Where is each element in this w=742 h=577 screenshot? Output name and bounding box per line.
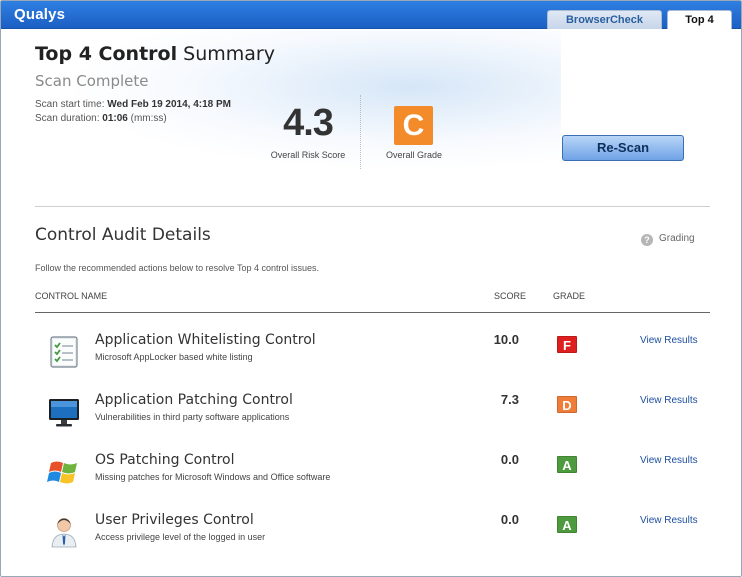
view-results-link[interactable]: View Results xyxy=(640,455,698,466)
help-icon: ? xyxy=(641,234,653,246)
grade-badge: A xyxy=(557,516,577,533)
control-title: User Privileges Control xyxy=(95,512,254,528)
grading-link[interactable]: ? Grading xyxy=(641,233,695,246)
scan-status: Scan Complete xyxy=(35,72,149,90)
audit-description: Follow the recommended actions below to … xyxy=(35,263,319,273)
table-row: OS Patching Control Missing patches for … xyxy=(35,452,710,508)
table-row: User Privileges Control Access privilege… xyxy=(35,512,710,568)
page-title: Top 4 Control Summary xyxy=(35,43,275,65)
overall-risk-score: 4.3 xyxy=(283,102,334,144)
overall-grade-label: Overall Grade xyxy=(385,150,443,160)
grade-badge: A xyxy=(557,456,577,473)
tab-top4[interactable]: Top 4 xyxy=(667,10,732,29)
rescan-button[interactable]: Re-Scan xyxy=(562,135,684,161)
table-row: Application Patching Control Vulnerabili… xyxy=(35,392,710,448)
title-bar: Qualys BrowserCheck Top 4 xyxy=(1,1,741,29)
control-title: Application Patching Control xyxy=(95,392,293,408)
table-row: Application Whitelisting Control Microso… xyxy=(35,332,710,388)
window-frame: Qualys BrowserCheck Top 4 Top 4 Control … xyxy=(0,0,742,577)
brand-logo: Qualys xyxy=(14,6,66,23)
scan-start-time: Scan start time: Wed Feb 19 2014, 4:18 P… xyxy=(35,99,231,110)
view-results-link[interactable]: View Results xyxy=(640,335,698,346)
monitor-icon xyxy=(47,395,81,429)
user-icon xyxy=(47,515,81,549)
control-title: OS Patching Control xyxy=(95,452,235,468)
control-subtitle: Microsoft AppLocker based white listing xyxy=(95,352,253,362)
checklist-icon xyxy=(47,335,81,369)
page-title-rest: Summary xyxy=(177,43,275,65)
grade-badge: D xyxy=(557,396,577,413)
scan-duration-label: Scan duration: xyxy=(35,113,103,124)
control-score: 0.0 xyxy=(500,512,519,527)
control-score: 10.0 xyxy=(493,332,519,347)
page-title-bold: Top 4 Control xyxy=(35,43,178,65)
grade-badge: F xyxy=(557,336,577,353)
view-results-link[interactable]: View Results xyxy=(640,395,698,406)
scan-duration: Scan duration: 01:06 (mm:ss) xyxy=(35,113,167,124)
control-subtitle: Vulnerabilities in third party software … xyxy=(95,412,290,422)
column-header-score: SCORE xyxy=(494,291,527,301)
control-title: Application Whitelisting Control xyxy=(95,332,316,348)
view-results-link[interactable]: View Results xyxy=(640,515,698,526)
control-subtitle: Access privilege level of the logged in … xyxy=(95,532,266,542)
section-divider xyxy=(35,206,710,207)
overall-grade-badge: C xyxy=(394,106,433,145)
scan-duration-unit: (mm:ss) xyxy=(127,113,167,124)
column-header-name: CONTROL NAME xyxy=(35,291,108,301)
grading-label: Grading xyxy=(659,233,695,244)
scan-start-value: Wed Feb 19 2014, 4:18 PM xyxy=(107,99,232,110)
audit-section-title: Control Audit Details xyxy=(35,225,211,245)
control-subtitle: Missing patches for Microsoft Windows an… xyxy=(95,472,331,482)
overall-risk-score-label: Overall Risk Score xyxy=(270,150,346,160)
scan-start-label: Scan start time: xyxy=(35,99,108,110)
scan-duration-value: 01:06 xyxy=(102,113,128,124)
summary-divider xyxy=(360,95,361,169)
tab-browsercheck[interactable]: BrowserCheck xyxy=(547,10,662,29)
control-score: 7.3 xyxy=(500,392,519,407)
control-score: 0.0 xyxy=(500,452,519,467)
table-header-divider xyxy=(35,312,710,313)
windows-logo-icon xyxy=(47,455,81,489)
column-header-grade: GRADE xyxy=(553,291,586,301)
